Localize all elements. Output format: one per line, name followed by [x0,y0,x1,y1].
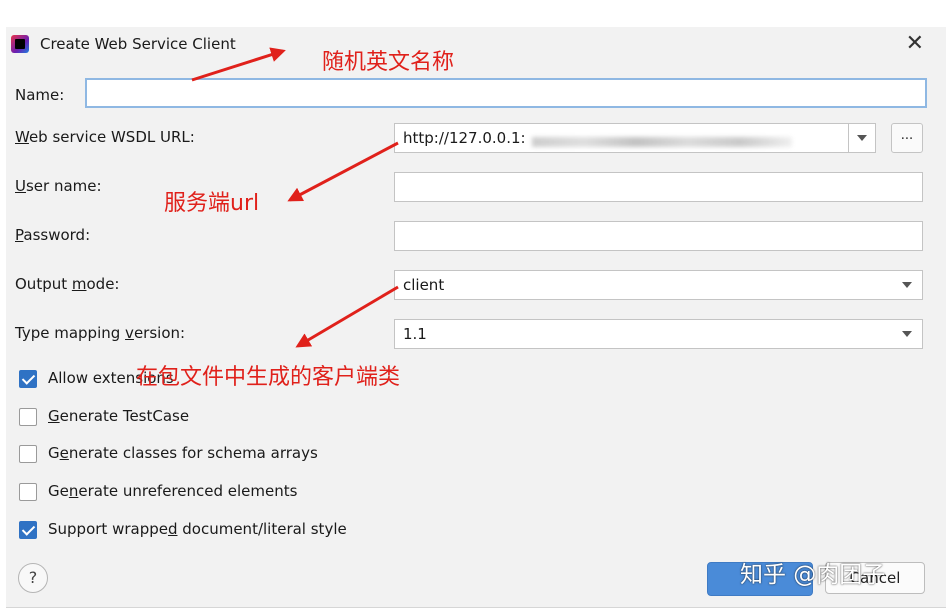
url-annotation: 服务端url [164,191,260,216]
name-arrow [191,47,286,82]
package-annotation: 在包文件中生成的客户端类 [136,365,401,390]
zhihu-watermark: 知乎 @肉团子 [740,562,886,588]
name-annotation: 随机英文名称 [322,50,455,75]
url-arrow [287,141,399,202]
annotation-arrows [191,47,399,348]
package-arrow [295,285,399,348]
